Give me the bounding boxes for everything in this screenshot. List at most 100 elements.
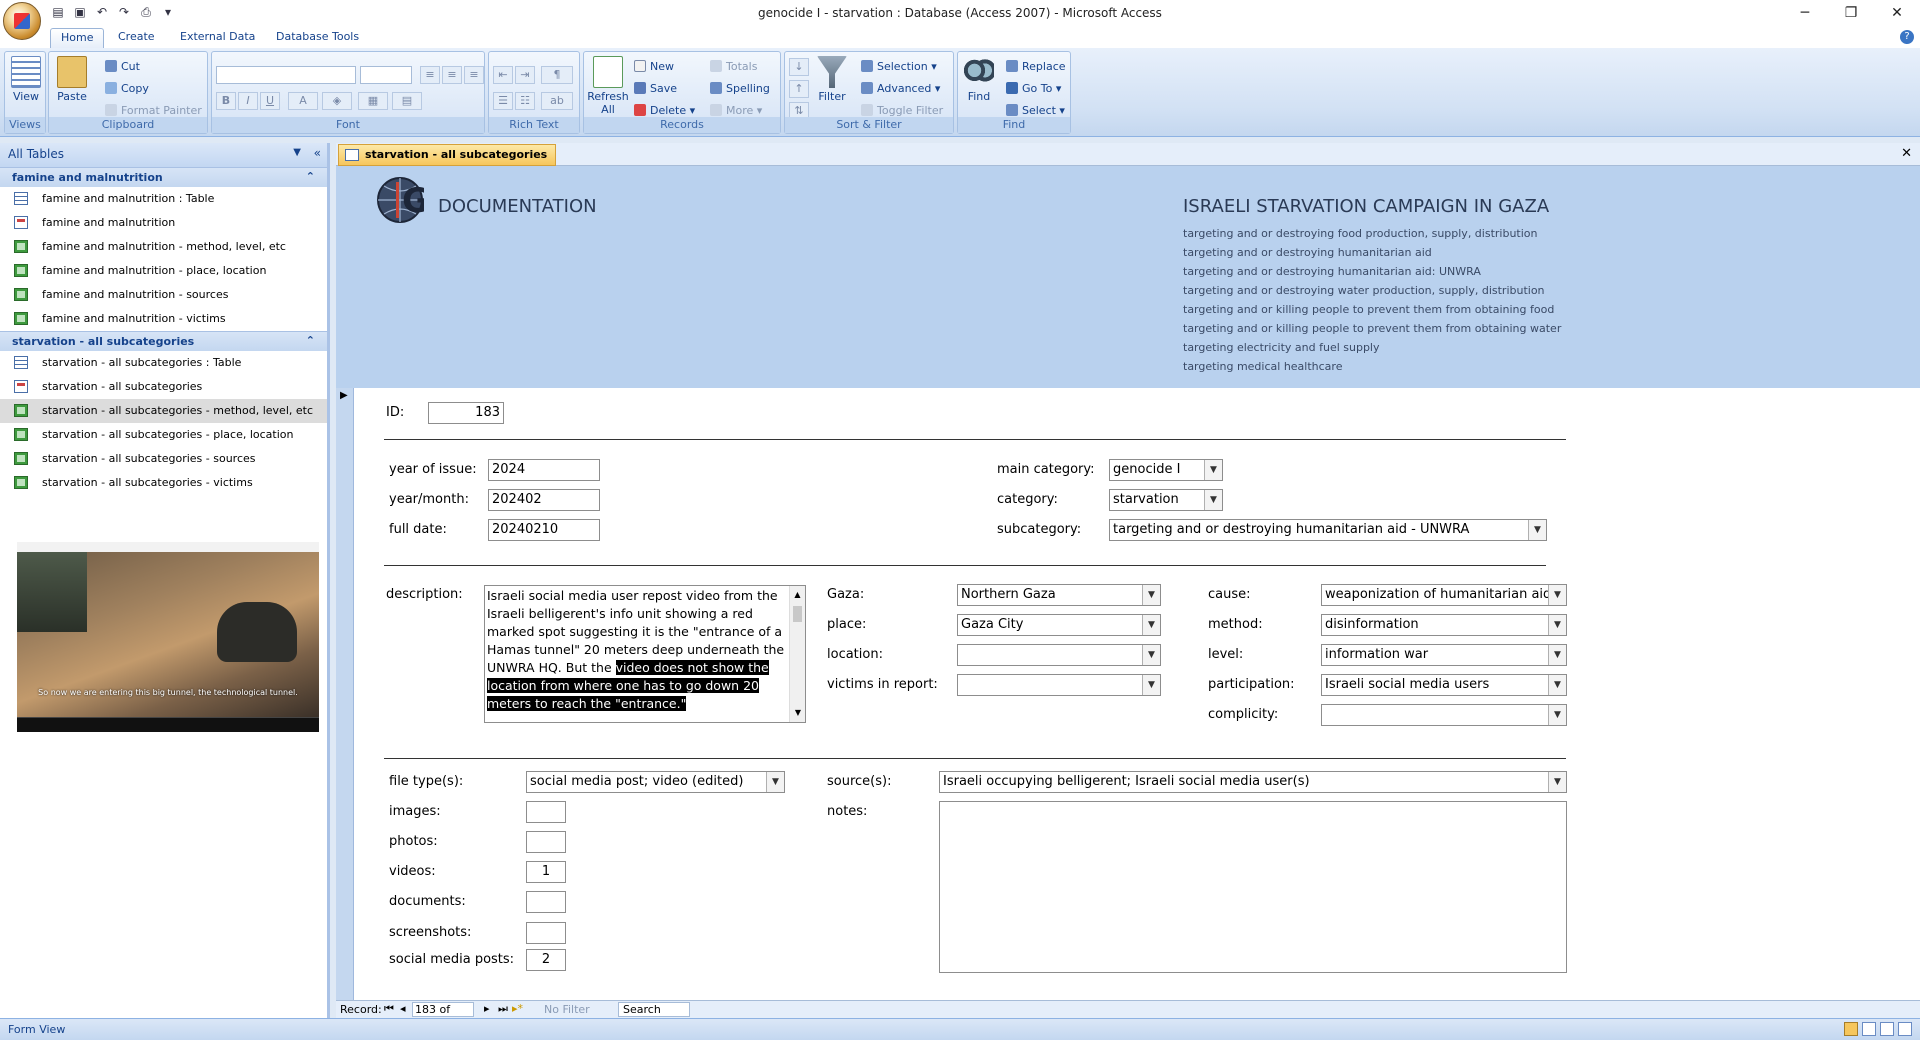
paragraph-direction-button[interactable]: ¶ — [541, 66, 573, 84]
last-record-icon[interactable]: ⏭ — [498, 1002, 508, 1016]
more-button[interactable]: More ▾ — [710, 104, 762, 117]
filter-status[interactable]: No Filter — [544, 1003, 590, 1016]
format-painter-button[interactable]: Format Painter — [105, 104, 202, 117]
font-size-box[interactable] — [360, 66, 412, 84]
year-field[interactable]: 2024 — [488, 459, 600, 481]
documents-field[interactable] — [526, 891, 566, 913]
id-field[interactable]: 183 — [428, 402, 504, 424]
file-type-combo[interactable]: social media post; video (edited) ▼ — [526, 771, 785, 793]
close-document-icon[interactable]: ✕ — [1901, 146, 1912, 161]
replace-button[interactable]: Replace — [1006, 60, 1066, 73]
goto-button[interactable]: Go To ▾ — [1006, 82, 1061, 95]
gridlines-button[interactable]: ▦ — [358, 92, 388, 110]
full-date-field[interactable]: 20240210 — [488, 519, 600, 541]
nav-item-starvation-victims[interactable]: starvation - all subcategories - victims — [0, 471, 327, 495]
highlight-button[interactable]: ab — [541, 92, 573, 110]
nav-item-famine-place[interactable]: famine and malnutrition - place, locatio… — [0, 259, 327, 283]
videos-field[interactable]: 1 — [526, 861, 566, 883]
alternate-fill-button[interactable]: ▤ — [392, 92, 422, 110]
photos-field[interactable] — [526, 831, 566, 853]
sources-combo[interactable]: Israeli occupying belligerent; Israeli s… — [939, 771, 1567, 793]
fill-color-button[interactable]: ◈ — [322, 92, 352, 110]
form-view-icon[interactable] — [1844, 1022, 1858, 1036]
tab-external-data[interactable]: External Data — [170, 28, 265, 48]
align-right-button[interactable]: ≡ — [464, 66, 484, 84]
victims-combo[interactable]: ▼ — [957, 674, 1161, 696]
minimize-button[interactable]: ─ — [1782, 0, 1828, 26]
align-left-button[interactable]: ≡ — [420, 66, 440, 84]
delete-record-button[interactable]: Delete ▾ — [634, 104, 695, 117]
close-button[interactable]: ✕ — [1874, 0, 1920, 26]
year-month-field[interactable]: 202402 — [488, 489, 600, 511]
totals-button[interactable]: Totals — [710, 60, 757, 73]
office-button[interactable] — [3, 2, 41, 40]
subcategory-combo[interactable]: targeting and or destroying humanitarian… — [1109, 519, 1547, 541]
help-icon[interactable]: ? — [1900, 30, 1914, 44]
align-center-button[interactable]: ≡ — [442, 66, 462, 84]
cause-combo[interactable]: weaponization of humanitarian aid ▼ — [1321, 584, 1567, 606]
nav-item-starvation-place[interactable]: starvation - all subcategories - place, … — [0, 423, 327, 447]
nav-item-famine-method[interactable]: famine and malnutrition - method, level,… — [0, 235, 327, 259]
method-combo[interactable]: disinformation ▼ — [1321, 614, 1567, 636]
view-button[interactable]: View — [7, 56, 45, 103]
nav-group-famine[interactable]: famine and malnutrition ⌃ — [0, 167, 327, 187]
bullets-button[interactable]: ☷ — [515, 92, 535, 110]
level-combo[interactable]: information war ▼ — [1321, 644, 1567, 666]
nav-item-famine-victims[interactable]: famine and malnutrition - victims — [0, 307, 327, 331]
location-combo[interactable]: ▼ — [957, 644, 1161, 666]
video-thumbnail[interactable]: So now we are entering this big tunnel, … — [17, 542, 319, 732]
nav-item-starvation-sources[interactable]: starvation - all subcategories - sources — [0, 447, 327, 471]
nav-item-starvation-table[interactable]: starvation - all subcategories : Table — [0, 351, 327, 375]
selection-button[interactable]: Selection ▾ — [861, 60, 937, 73]
images-field[interactable] — [526, 801, 566, 823]
chevron-down-icon[interactable]: ▼ — [293, 147, 301, 158]
paste-button[interactable]: Paste — [53, 56, 91, 103]
toggle-filter-button[interactable]: Toggle Filter — [861, 104, 943, 117]
gaza-combo[interactable]: Northern Gaza ▼ — [957, 584, 1161, 606]
place-combo[interactable]: Gaza City ▼ — [957, 614, 1161, 636]
decrease-indent-button[interactable]: ⇤ — [493, 66, 513, 84]
record-selector[interactable]: ▶ — [336, 388, 354, 1000]
select-button[interactable]: Select ▾ — [1006, 104, 1065, 117]
next-record-icon[interactable]: ▸ — [484, 1002, 490, 1015]
form-document-tab[interactable]: starvation - all subcategories — [338, 144, 557, 166]
description-field[interactable]: Israeli social media user repost video f… — [484, 585, 806, 723]
new-record-button[interactable]: New — [634, 60, 674, 73]
design-view-icon[interactable] — [1898, 1022, 1912, 1036]
participation-combo[interactable]: Israeli social media users ▼ — [1321, 674, 1567, 696]
copy-button[interactable]: Copy — [105, 82, 149, 95]
current-record-field[interactable]: 183 of 185 — [412, 1002, 474, 1029]
underline-button[interactable]: U — [260, 92, 280, 110]
nav-item-famine-sources[interactable]: famine and malnutrition - sources — [0, 283, 327, 307]
sort-ascending-button[interactable]: ↓ — [789, 58, 809, 76]
restore-button[interactable]: ❐ — [1828, 0, 1874, 26]
nav-item-famine-table[interactable]: famine and malnutrition : Table — [0, 187, 327, 211]
main-category-combo[interactable]: genocide I ▼ — [1109, 459, 1223, 481]
tab-create[interactable]: Create — [108, 28, 165, 48]
nav-item-famine-form[interactable]: famine and malnutrition — [0, 211, 327, 235]
category-combo[interactable]: starvation ▼ — [1109, 489, 1223, 511]
tab-database-tools[interactable]: Database Tools — [266, 28, 369, 48]
nav-item-starvation-form[interactable]: starvation - all subcategories — [0, 375, 327, 399]
first-record-icon[interactable]: ⏮ — [384, 1002, 394, 1016]
scrollbar[interactable]: ▲ ▼ — [789, 586, 805, 722]
cut-button[interactable]: Cut — [105, 60, 140, 73]
new-record-icon[interactable]: ▸* — [512, 1002, 523, 1015]
nav-group-starvation[interactable]: starvation - all subcategories ⌃ — [0, 331, 327, 351]
font-name-box[interactable] — [216, 66, 356, 84]
screenshots-field[interactable] — [526, 922, 566, 944]
nav-pane-header[interactable]: All Tables ▼ « — [0, 143, 327, 167]
search-box[interactable]: Search — [618, 1002, 690, 1017]
advanced-button[interactable]: Advanced ▾ — [861, 82, 940, 95]
layout-view-icon[interactable] — [1880, 1022, 1894, 1036]
font-color-button[interactable]: A — [288, 92, 318, 110]
notes-field[interactable] — [939, 801, 1567, 973]
previous-record-icon[interactable]: ◂ — [400, 1002, 406, 1015]
find-button[interactable]: Find — [960, 56, 998, 103]
save-record-button[interactable]: Save — [634, 82, 677, 95]
increase-indent-button[interactable]: ⇥ — [515, 66, 535, 84]
complicity-combo[interactable]: ▼ — [1321, 704, 1567, 726]
sort-descending-button[interactable]: ↑ — [789, 80, 809, 98]
nav-item-starvation-method[interactable]: starvation - all subcategories - method,… — [0, 399, 327, 423]
italic-button[interactable]: I — [238, 92, 258, 110]
